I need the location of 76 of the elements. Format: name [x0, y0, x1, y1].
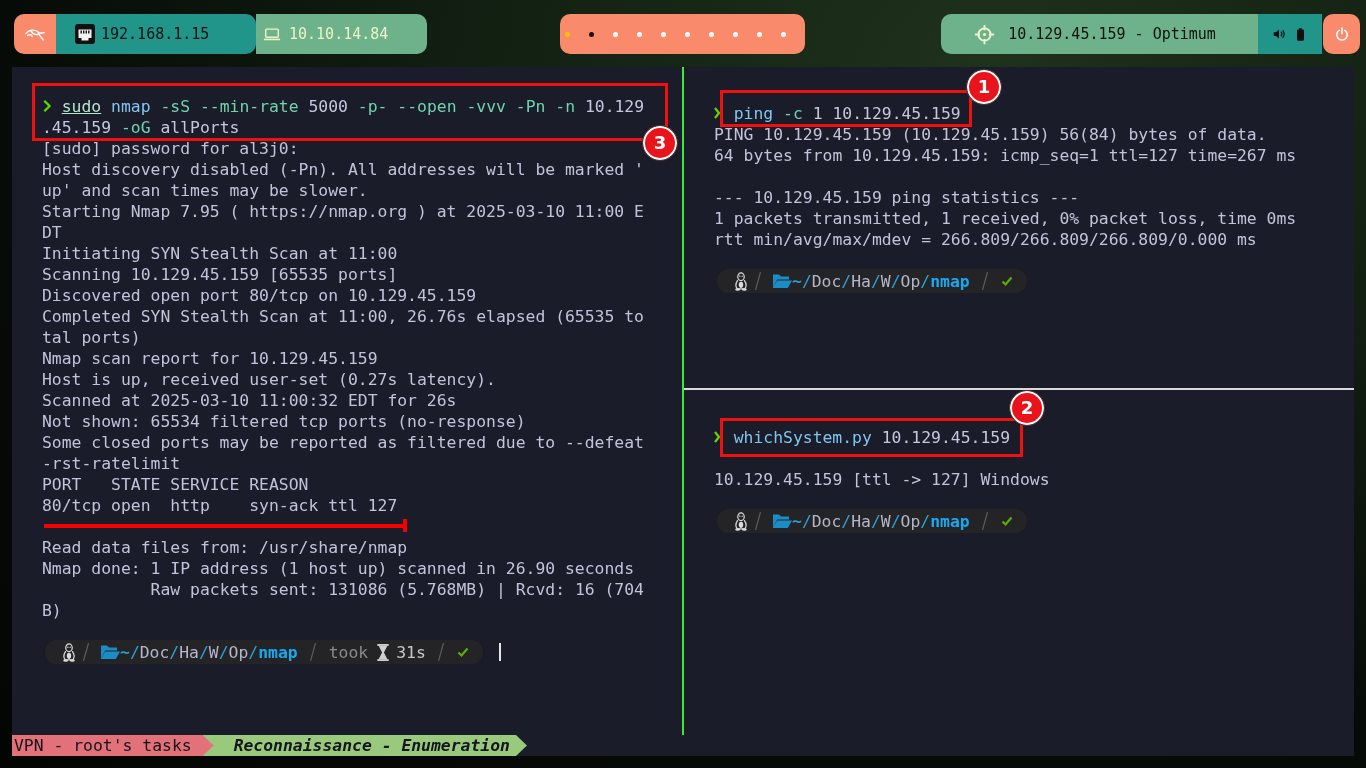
output-line: Not shown: 65534 filtered tcp ports (no-response) [42, 410, 526, 432]
workspace-dot-icon[interactable] [661, 31, 666, 37]
number-badge: 2 [1009, 390, 1045, 426]
ethernet-port-icon [75, 24, 95, 44]
power-button[interactable] [1323, 14, 1360, 54]
power-icon [1334, 27, 1349, 41]
separator-icon [309, 642, 316, 662]
penguin-icon [734, 511, 748, 531]
output-line: Raw packets sent: 131086 (5.768MB) | Rcvd: 16 (704B) [42, 578, 645, 621]
output-line: 64 bytes from 10.129.45.159: icmp_seq=1 ttl=127 time=267 ms [714, 144, 1297, 166]
output-line: Completed SYN Stealth Scan at 11:00, 26.76s elapsed (65535 total ports) [42, 305, 645, 348]
output-line: Scanning 10.129.45.159 [65535 ports] [42, 263, 398, 285]
separator-icon [981, 271, 988, 291]
output-line: Starting Nmap 7.95 ( https://nmap.org ) at 2025-03-10 11:00 EDT [42, 200, 645, 243]
output-line: Read data files from: /usr/share/nmap [42, 536, 408, 558]
workspace-dot-icon[interactable] [589, 31, 594, 37]
workspace-dot-icon[interactable] [685, 31, 690, 37]
ip-address-text: 10.10.14.84 [289, 25, 389, 43]
separator-icon [83, 642, 89, 662]
output-line: PING 10.129.45.159 (10.129.45.159) 56(84) bytes of data. [714, 123, 1267, 145]
output-line: Some closed ports may be reported as filtered due to --defeat-rst-ratelimit [42, 431, 645, 474]
session-label: VPN - root's tasks [12, 735, 214, 756]
command-text: .45.159 -oG allPorts [42, 117, 240, 137]
prompt-chevron-icon [42, 98, 52, 113]
output-line: 80/tcp open http syn-ack ttl 127 [42, 494, 398, 516]
output-line: Nmap done: 1 IP address (1 host up) scanned in 26.90 seconds [42, 557, 635, 579]
path-text: ~/Doc/Ha/W/Op/nmap [120, 641, 298, 663]
output-line: 1 packets transmitted, 1 received, 0% packet loss, time 0ms [714, 207, 1297, 229]
command-text: sudo nmap -sS --min-rate 5000 -p- --open -vvv -Pn -n 10.129 [61, 96, 645, 116]
separator-icon [755, 511, 761, 531]
number-badge: 1 [966, 69, 1002, 105]
separator-icon [981, 511, 988, 531]
output-line: PORT STATE SERVICE REASON [42, 473, 309, 495]
folder-icon [772, 513, 792, 529]
output-line: Initiating SYN Stealth Scan at 11:00 [42, 242, 398, 264]
crosshair-icon [974, 23, 996, 45]
volume-icon [1273, 28, 1285, 40]
output-line: Nmap scan report for 10.129.45.159 [42, 347, 378, 369]
launcher-button[interactable] [14, 14, 56, 54]
penguin-icon [62, 642, 76, 662]
prompt-chevron-icon [714, 430, 720, 444]
command-text: ping -c 1 10.129.45.159 [733, 103, 961, 123]
workspace-dot-icon[interactable] [565, 31, 570, 37]
laptop-icon [263, 27, 281, 41]
command-text: whichSystem.py 10.129.45.159 [733, 427, 1010, 447]
output-line: Scanned at 2025-03-10 11:00:32 EDT for 26s [42, 389, 457, 411]
penguin-icon [734, 271, 748, 291]
output-line: Host discovery disabled (-Pn). All addresses will be marked 'up' and scan times may be slower. [42, 158, 645, 201]
workspace-dot-icon[interactable] [613, 31, 618, 37]
separator-icon [437, 642, 444, 662]
output-line: --- 10.129.45.159 ping statistics --- [714, 186, 1080, 208]
output-line: rtt min/avg/max/mdev = 266.809/266.809/266.809/0.000 ms [714, 228, 1257, 250]
hourglass-icon [377, 643, 390, 661]
duration-text: 31s [396, 641, 426, 663]
window-tab[interactable]: Reconnaissance - Enumeration [202, 735, 527, 756]
ip-address-text: 192.168.1.15 [101, 25, 210, 43]
battery-icon [1297, 27, 1304, 41]
workspace-dot-icon[interactable] [757, 31, 762, 37]
prompt-chevron-icon [714, 106, 720, 120]
workspace-dot-icon[interactable] [637, 31, 642, 37]
output-line: Host is up, received user-set (0.27s latency). [42, 368, 496, 390]
duration-label: took [328, 641, 369, 663]
folder-icon [772, 273, 792, 289]
output-line: 10.129.45.159 [ttl -> 127] Windows [714, 468, 1050, 490]
output-line: Discovered open port 80/tcp on 10.129.45.159 [42, 284, 477, 306]
workspace-dot-icon[interactable] [733, 31, 738, 37]
output-line: [sudo] password for al3j0: [42, 137, 299, 159]
dragon-icon [24, 26, 46, 42]
number-badge: 3 [642, 125, 679, 161]
path-text: ~/Doc/Ha/W/Op/nmap [792, 510, 970, 532]
folder-icon [100, 644, 120, 660]
workspace-dot-icon[interactable] [709, 31, 714, 37]
workspace-dot-icon[interactable] [781, 31, 786, 37]
separator-icon [755, 271, 761, 291]
path-text: ~/Doc/Ha/W/Op/nmap [792, 270, 970, 292]
target-text: 10.129.45.159 - Optimum [1008, 25, 1216, 43]
